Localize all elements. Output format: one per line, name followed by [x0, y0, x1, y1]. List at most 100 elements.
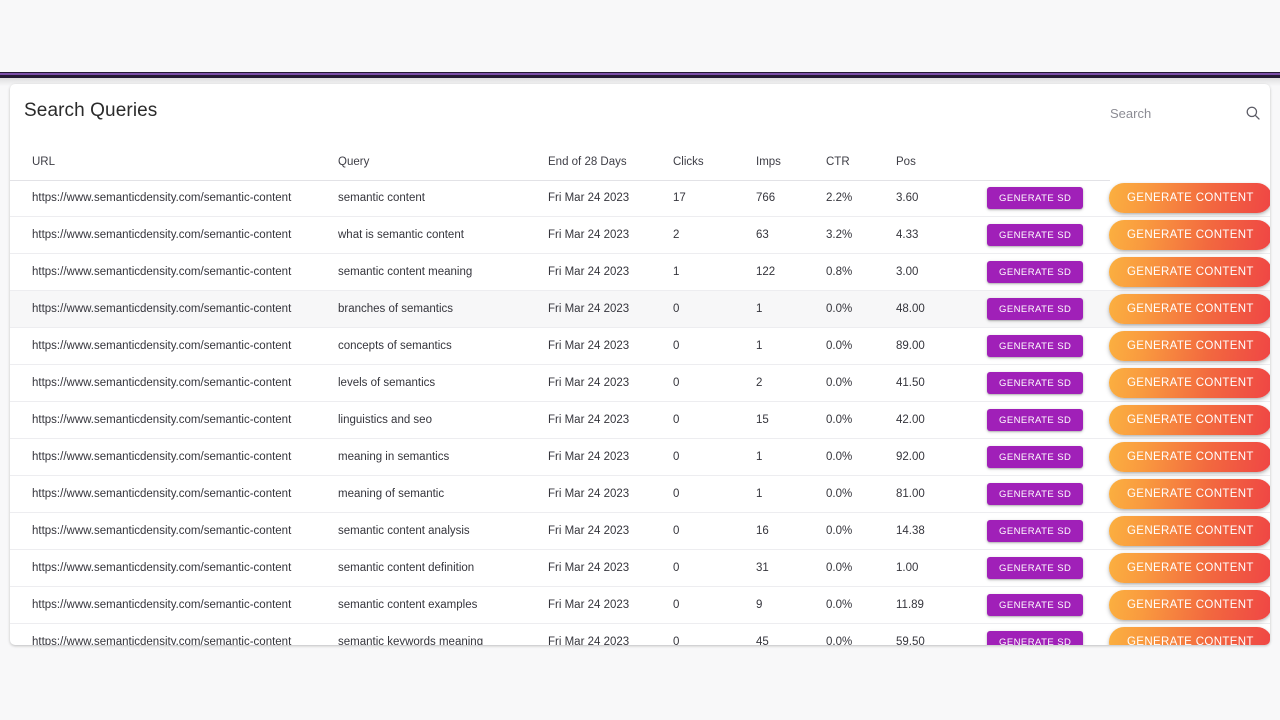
cell-clicks: 0: [673, 549, 756, 587]
cell-query: meaning of semantic: [338, 475, 548, 513]
cell-date: Fri Mar 24 2023: [548, 512, 673, 550]
table-row[interactable]: https://www.semanticdensity.com/semantic…: [10, 623, 1270, 645]
generate-content-button[interactable]: GENERATE CONTENT: [1109, 479, 1270, 509]
search-box[interactable]: [1110, 100, 1262, 126]
cell-date: Fri Mar 24 2023: [548, 438, 673, 476]
cell-imps: 31: [756, 549, 826, 587]
column-header-generate-content: [1109, 142, 1270, 180]
column-header-query[interactable]: Query: [338, 142, 548, 180]
cell-ctr: 0.0%: [826, 512, 896, 550]
generate-content-button[interactable]: GENERATE CONTENT: [1109, 442, 1270, 472]
table-row[interactable]: https://www.semanticdensity.com/semantic…: [10, 438, 1270, 476]
generate-sd-button[interactable]: GENERATE SD: [987, 187, 1084, 209]
cell-pos: 1.00: [896, 549, 987, 587]
generate-content-button[interactable]: GENERATE CONTENT: [1109, 183, 1270, 213]
table-row[interactable]: https://www.semanticdensity.com/semantic…: [10, 586, 1270, 624]
column-header-url[interactable]: URL: [10, 142, 338, 180]
cell-ctr: 2.2%: [826, 180, 896, 217]
cell-ctr: 0.0%: [826, 438, 896, 476]
generate-sd-button[interactable]: GENERATE SD: [987, 483, 1084, 505]
generate-content-button[interactable]: GENERATE CONTENT: [1109, 294, 1270, 324]
column-header-end-of-28-days[interactable]: End of 28 Days: [548, 142, 673, 180]
column-header-ctr[interactable]: CTR: [826, 142, 896, 180]
cell-query: concepts of semantics: [338, 327, 548, 365]
cell-imps: 15: [756, 401, 826, 439]
cell-url: https://www.semanticdensity.com/semantic…: [10, 253, 338, 291]
cell-ctr: 0.8%: [826, 253, 896, 291]
cell-query: levels of semantics: [338, 364, 548, 402]
generate-sd-button[interactable]: GENERATE SD: [987, 520, 1084, 542]
search-input[interactable]: [1110, 105, 1220, 121]
table-row[interactable]: https://www.semanticdensity.com/semantic…: [10, 216, 1270, 254]
cell-imps: 2: [756, 364, 826, 402]
generate-sd-button[interactable]: GENERATE SD: [987, 594, 1084, 616]
cell-url: https://www.semanticdensity.com/semantic…: [10, 290, 338, 328]
generate-content-button[interactable]: GENERATE CONTENT: [1109, 368, 1270, 398]
cell-url: https://www.semanticdensity.com/semantic…: [10, 623, 338, 645]
cell-clicks: 0: [673, 586, 756, 624]
cell-clicks: 0: [673, 475, 756, 513]
generate-content-button[interactable]: GENERATE CONTENT: [1109, 516, 1270, 546]
generate-sd-button[interactable]: GENERATE SD: [987, 224, 1084, 246]
table-row[interactable]: https://www.semanticdensity.com/semantic…: [10, 364, 1270, 402]
cell-generate-sd: GENERATE SD: [987, 623, 1109, 645]
column-header-pos[interactable]: Pos: [896, 142, 987, 180]
generate-sd-button[interactable]: GENERATE SD: [987, 446, 1084, 468]
cell-generate-content: GENERATE CONTENT: [1109, 623, 1270, 645]
cell-date: Fri Mar 24 2023: [548, 623, 673, 645]
cell-ctr: 0.0%: [826, 290, 896, 328]
cell-pos: 42.00: [896, 401, 987, 439]
cell-imps: 766: [756, 180, 826, 217]
generate-content-button[interactable]: GENERATE CONTENT: [1109, 220, 1270, 250]
cell-url: https://www.semanticdensity.com/semantic…: [10, 364, 338, 402]
table-row[interactable]: https://www.semanticdensity.com/semantic…: [10, 475, 1270, 513]
table-row[interactable]: https://www.semanticdensity.com/semantic…: [10, 401, 1270, 439]
generate-content-button[interactable]: GENERATE CONTENT: [1109, 331, 1270, 361]
cell-pos: 3.00: [896, 253, 987, 291]
cell-url: https://www.semanticdensity.com/semantic…: [10, 438, 338, 476]
generate-sd-button[interactable]: GENERATE SD: [987, 261, 1084, 283]
cell-generate-content: GENERATE CONTENT: [1109, 438, 1270, 476]
generate-sd-button[interactable]: GENERATE SD: [987, 335, 1084, 357]
column-header-imps[interactable]: Imps: [756, 142, 826, 180]
search-icon[interactable]: [1244, 104, 1262, 122]
cell-clicks: 0: [673, 290, 756, 328]
generate-content-button[interactable]: GENERATE CONTENT: [1109, 627, 1270, 645]
generate-sd-button[interactable]: GENERATE SD: [987, 372, 1084, 394]
cell-ctr: 0.0%: [826, 623, 896, 645]
generate-sd-button[interactable]: GENERATE SD: [987, 298, 1084, 320]
app-root: Search Queries URL Que: [0, 0, 1280, 720]
cell-pos: 92.00: [896, 438, 987, 476]
cell-generate-content: GENERATE CONTENT: [1109, 253, 1270, 291]
table-row[interactable]: https://www.semanticdensity.com/semantic…: [10, 512, 1270, 550]
generate-sd-button[interactable]: GENERATE SD: [987, 557, 1084, 579]
cell-imps: 1: [756, 327, 826, 365]
cell-generate-sd: GENERATE SD: [987, 216, 1109, 254]
cell-query: semantic content definition: [338, 549, 548, 587]
cell-query: linguistics and seo: [338, 401, 548, 439]
cell-pos: 3.60: [896, 180, 987, 217]
generate-content-button[interactable]: GENERATE CONTENT: [1109, 257, 1270, 287]
top-blank-area: [0, 0, 1280, 72]
table-row[interactable]: https://www.semanticdensity.com/semantic…: [10, 549, 1270, 587]
cell-clicks: 0: [673, 438, 756, 476]
column-header-clicks[interactable]: Clicks: [673, 142, 756, 180]
generate-content-button[interactable]: GENERATE CONTENT: [1109, 553, 1270, 583]
cell-clicks: 0: [673, 512, 756, 550]
table-row[interactable]: https://www.semanticdensity.com/semantic…: [10, 290, 1270, 328]
table-row[interactable]: https://www.semanticdensity.com/semantic…: [10, 253, 1270, 291]
cell-generate-sd: GENERATE SD: [987, 475, 1109, 513]
cell-generate-content: GENERATE CONTENT: [1109, 401, 1270, 439]
generate-content-button[interactable]: GENERATE CONTENT: [1109, 405, 1270, 435]
cell-clicks: 2: [673, 216, 756, 254]
cell-generate-content: GENERATE CONTENT: [1109, 364, 1270, 402]
cell-generate-content: GENERATE CONTENT: [1109, 290, 1270, 328]
cell-date: Fri Mar 24 2023: [548, 216, 673, 254]
table-row[interactable]: https://www.semanticdensity.com/semantic…: [10, 327, 1270, 365]
table-row[interactable]: https://www.semanticdensity.com/semantic…: [10, 180, 1270, 217]
generate-sd-button[interactable]: GENERATE SD: [987, 631, 1084, 645]
search-queries-card: Search Queries URL Que: [10, 84, 1270, 645]
cell-date: Fri Mar 24 2023: [548, 180, 673, 217]
generate-sd-button[interactable]: GENERATE SD: [987, 409, 1084, 431]
generate-content-button[interactable]: GENERATE CONTENT: [1109, 590, 1270, 620]
